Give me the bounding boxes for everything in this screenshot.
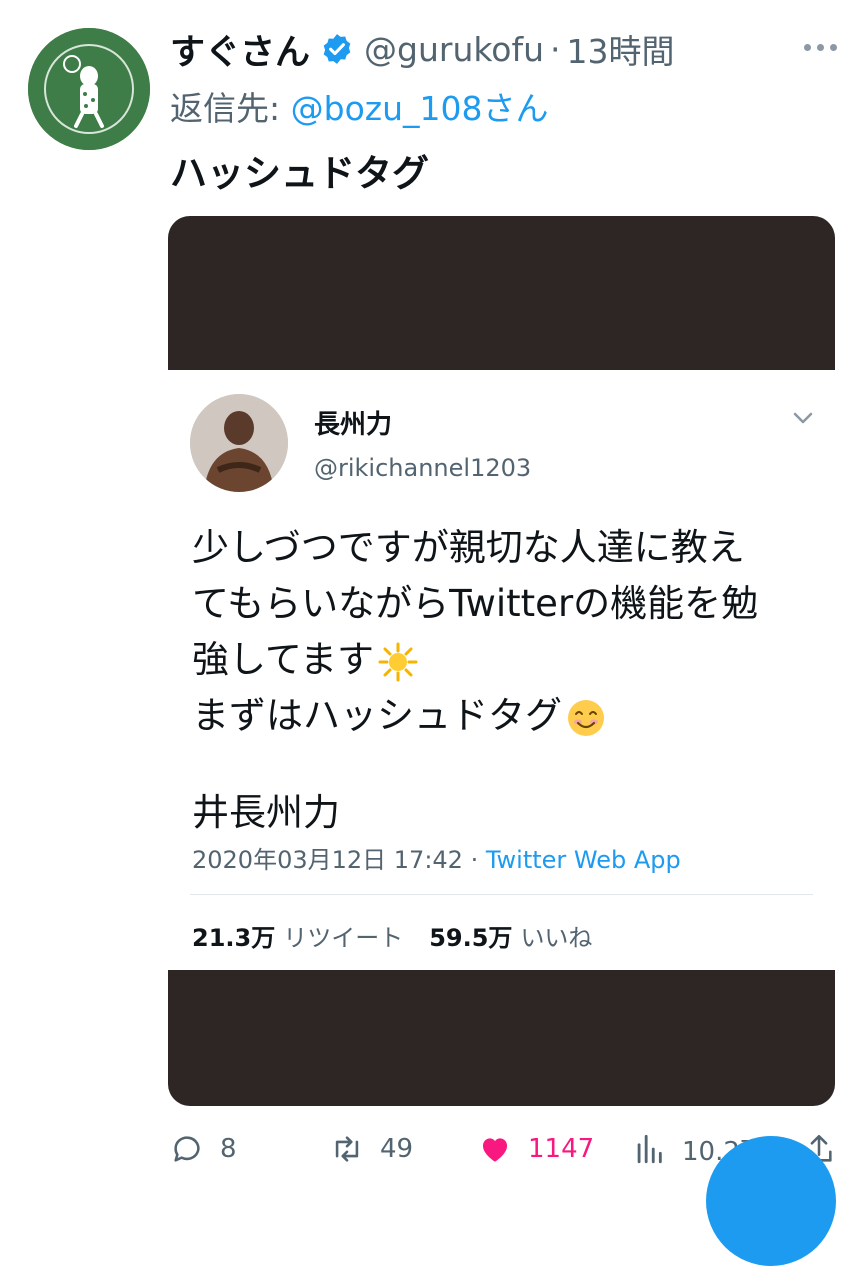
- embedded-tweet-text: 少しづつですが親切な人達に教え てもらいながらTwitterの機能を勉 強してま…: [192, 520, 817, 744]
- embedded-retweet-count: 21.3万: [192, 924, 276, 952]
- heart-icon: [482, 1138, 508, 1162]
- embedded-hashtag: 井長州力: [192, 791, 340, 834]
- tweet-text: ハッシュドタグ: [170, 152, 429, 195]
- like-count: 1147: [528, 1134, 595, 1164]
- display-name[interactable]: すぐさん: [170, 24, 310, 75]
- embedded-retweet-label: リツイート: [283, 924, 404, 952]
- embedded-text-line-with-emoji: 強してます: [192, 632, 817, 688]
- reply-button[interactable]: 8: [170, 1126, 237, 1172]
- tweet-header: すぐさん @gurukofu · 13時間: [170, 24, 675, 74]
- embedded-source-app: Twitter Web App: [485, 846, 681, 874]
- retweet-button[interactable]: 49: [330, 1126, 413, 1172]
- embedded-like-count: 59.5万: [429, 924, 513, 952]
- embedded-date: 2020年03月12日 17:42 ·: [192, 846, 486, 874]
- retweet-count: 49: [380, 1134, 414, 1164]
- user-handle[interactable]: @gurukofu: [364, 30, 544, 69]
- embedded-text-line: まずはハッシュドタグ: [192, 694, 562, 737]
- retweet-icon: [335, 1136, 359, 1162]
- separator-dot: ·: [550, 29, 561, 69]
- reply-context: 返信先: @bozu_108さん: [170, 82, 549, 130]
- reply-count: 8: [220, 1134, 237, 1164]
- comment-icon: [174, 1136, 200, 1162]
- like-button[interactable]: 1147: [478, 1126, 594, 1172]
- more-dots-icon[interactable]: [800, 32, 840, 62]
- chevron-down-icon: [793, 412, 813, 424]
- embedded-text-line: 強してます: [192, 638, 375, 681]
- embedded-text-line: 少しづつですが親切な人達に教え: [192, 526, 745, 569]
- embedded-like-label: いいね: [520, 924, 593, 952]
- bar-chart-icon: [637, 1134, 662, 1164]
- embedded-text-line: てもらいながらTwitterの機能を勉: [192, 582, 759, 625]
- embedded-meta: 2020年03月12日 17:42 · Twitter Web App: [192, 840, 681, 875]
- attached-image[interactable]: 長州力 @rikichannel1203 少しづつですが親切な人達に教え てもら…: [168, 216, 835, 1106]
- embedded-user-handle: @rikichannel1203: [314, 454, 532, 482]
- reply-prefix: 返信先:: [170, 89, 281, 128]
- embedded-user-name: 長州力: [314, 410, 393, 440]
- embedded-avatar: [190, 394, 288, 492]
- verified-badge-icon: [323, 34, 351, 64]
- user-avatar[interactable]: [28, 28, 150, 150]
- reply-to-link[interactable]: @bozu_108さん: [291, 89, 549, 128]
- embedded-tweet-screenshot: 長州力 @rikichannel1203 少しづつですが親切な人達に教え てもら…: [168, 370, 835, 970]
- sun-icon: [378, 642, 418, 681]
- smiling-face-icon: [568, 699, 604, 736]
- embedded-text-line-with-emoji: まずはハッシュドタグ: [192, 688, 817, 744]
- divider: [190, 894, 813, 895]
- compose-fab-button[interactable]: [706, 1136, 836, 1266]
- embedded-stats: 21.3万 リツイート 59.5万 いいね: [192, 918, 618, 953]
- celtic-pride-logo: [28, 28, 150, 150]
- timestamp[interactable]: 13時間: [567, 25, 675, 73]
